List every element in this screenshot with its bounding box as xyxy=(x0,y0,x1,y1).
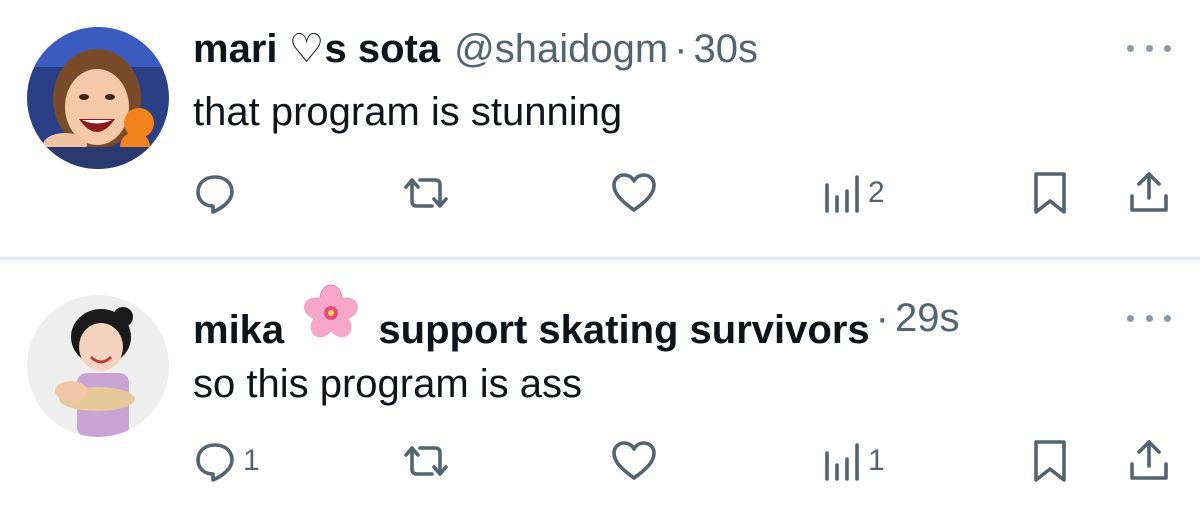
avatar[interactable] xyxy=(27,295,169,437)
tweet-header: mari ♡s sota @shaidogm · 30s xyxy=(193,24,758,74)
display-name[interactable]: mika support skating survivors xyxy=(193,283,870,353)
reply-button[interactable] xyxy=(193,168,243,218)
display-name-part1: mari xyxy=(193,27,278,71)
timestamp[interactable]: 29s xyxy=(895,296,960,341)
retweet-button[interactable] xyxy=(398,168,454,218)
separator-dot: · xyxy=(875,295,889,340)
reply-icon xyxy=(193,439,237,483)
share-button[interactable] xyxy=(1127,436,1171,486)
share-icon xyxy=(1127,170,1171,216)
reply-button[interactable]: 1 xyxy=(193,436,260,486)
retweet-button[interactable] xyxy=(398,436,454,486)
more-icon[interactable] xyxy=(1127,40,1171,56)
avatar[interactable] xyxy=(27,27,169,169)
display-name-part2: s sota xyxy=(324,27,441,71)
like-button[interactable] xyxy=(610,436,658,486)
views-icon xyxy=(822,439,862,483)
bookmark-button[interactable] xyxy=(1030,168,1070,218)
share-button[interactable] xyxy=(1127,168,1171,218)
views-button[interactable]: 1 xyxy=(822,436,885,486)
like-icon xyxy=(610,171,658,215)
action-bar: 1 1 xyxy=(0,436,1200,486)
views-count: 1 xyxy=(868,444,885,477)
retweet-icon xyxy=(398,171,454,215)
tweet-text: so this program is ass xyxy=(193,362,583,406)
retweet-icon xyxy=(398,439,454,483)
reply-count: 1 xyxy=(243,444,260,477)
tweet-text: that program is stunning xyxy=(193,90,623,134)
views-button[interactable]: 2 xyxy=(822,168,885,218)
display-name[interactable]: mari ♡s sota xyxy=(193,26,440,72)
bookmark-icon xyxy=(1030,170,1070,216)
views-icon xyxy=(822,171,862,215)
cherry-blossom-icon xyxy=(301,283,361,343)
share-icon xyxy=(1127,438,1171,484)
bookmark-icon xyxy=(1030,438,1070,484)
reply-icon xyxy=(193,171,237,215)
more-icon[interactable] xyxy=(1127,310,1171,326)
heart-symbol: ♡ xyxy=(288,26,325,72)
separator-dot: · xyxy=(674,26,688,71)
views-count: 2 xyxy=(868,176,885,209)
tweet[interactable]: mika support skating survivors · 29s so … xyxy=(0,260,1200,511)
tweet-header: mika support skating survivors · 29s xyxy=(193,284,960,352)
timestamp[interactable]: 30s xyxy=(693,27,758,72)
like-icon xyxy=(610,439,658,483)
like-button[interactable] xyxy=(610,168,658,218)
display-name-part1: mika xyxy=(193,308,285,352)
bookmark-button[interactable] xyxy=(1030,436,1070,486)
user-handle[interactable]: @shaidogm xyxy=(454,27,668,72)
tweet[interactable]: mari ♡s sota @shaidogm · 30s that progra… xyxy=(0,0,1200,258)
display-name-part2: support skating survivors xyxy=(378,308,870,352)
action-bar: 2 xyxy=(0,168,1200,218)
